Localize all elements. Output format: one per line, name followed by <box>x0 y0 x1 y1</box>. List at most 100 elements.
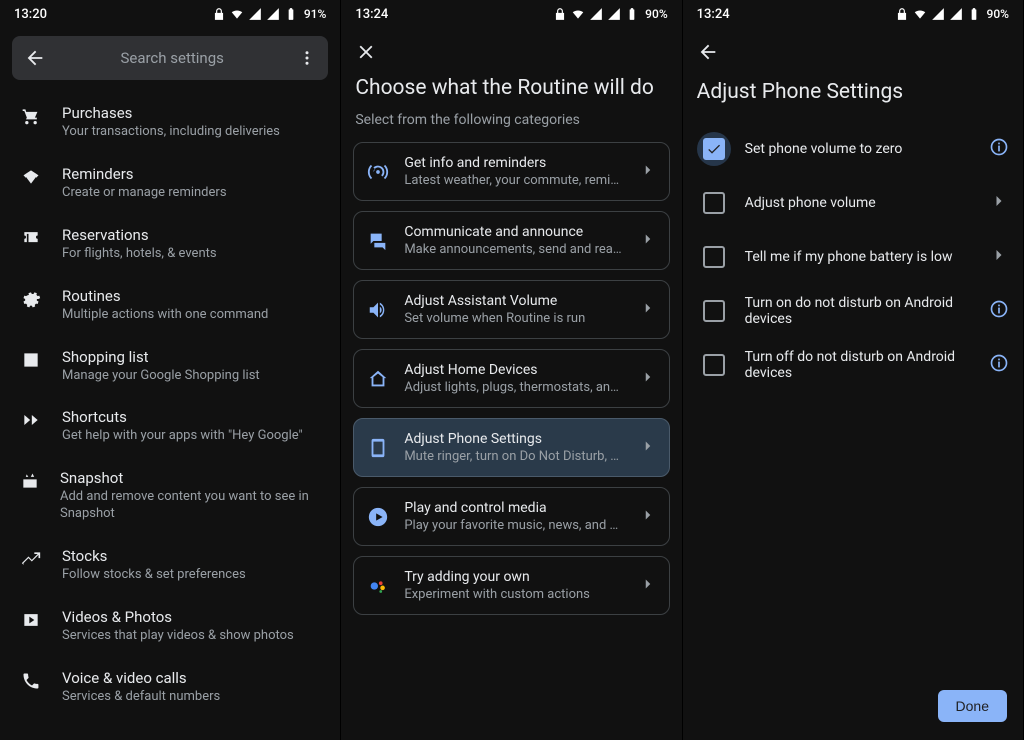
wifi-icon <box>913 7 927 21</box>
chevron-right-icon <box>639 368 657 390</box>
chevron-right-icon[interactable] <box>989 191 1009 211</box>
checkbox-wrap[interactable] <box>697 240 731 274</box>
bell-icon <box>20 165 42 187</box>
settings-item-reservations[interactable]: Reservations For flights, hotels, & even… <box>0 214 340 275</box>
list-icon <box>20 348 42 370</box>
ticket-icon <box>20 226 42 248</box>
chevron-right-icon <box>639 230 657 252</box>
card-subtitle: Set volume when Routine is run <box>404 311 624 326</box>
card-title: Play and control media <box>404 500 624 516</box>
checkbox[interactable] <box>703 138 725 160</box>
category-card-adjust-home-devices[interactable]: Adjust Home Devices Adjust lights, plugs… <box>353 349 669 408</box>
info-icon[interactable] <box>989 137 1009 157</box>
settings-item-videos-photos[interactable]: Videos & Photos Services that play video… <box>0 596 340 657</box>
gear-icon <box>20 287 42 309</box>
checkbox[interactable] <box>703 192 725 214</box>
checkbox-wrap[interactable] <box>697 132 731 166</box>
clock: 13:20 <box>14 7 47 22</box>
vpn-icon <box>212 7 226 21</box>
settings-list: Purchases Your transactions, including d… <box>0 88 340 722</box>
checkbox[interactable] <box>703 300 725 322</box>
status-icons: 90% <box>553 7 667 21</box>
chat-icon <box>366 230 390 252</box>
settings-item-reminders[interactable]: Reminders Create or manage reminders <box>0 153 340 214</box>
category-card-play-and-control-media[interactable]: Play and control media Play your favorit… <box>353 487 669 546</box>
item-subtitle: Get help with your apps with "Hey Google… <box>62 428 303 445</box>
battery-icon <box>625 7 639 21</box>
status-bar: 13:24 90% <box>683 0 1023 28</box>
card-title: Communicate and announce <box>404 224 624 240</box>
card-subtitle: Adjust lights, plugs, thermostats, and … <box>404 380 624 395</box>
category-cards: Get info and reminders Latest weather, y… <box>341 142 681 615</box>
option-label: Tell me if my phone battery is low <box>745 249 975 265</box>
topbar <box>341 28 681 76</box>
info-icon[interactable] <box>989 353 1009 373</box>
settings-item-snapshot[interactable]: Snapshot Add and remove content you want… <box>0 457 340 535</box>
checkbox-wrap[interactable] <box>697 186 731 220</box>
options-list: Set phone volume to zero Adjust phone vo… <box>683 122 1023 392</box>
item-subtitle: Follow stocks & set preferences <box>62 567 246 584</box>
search-bar[interactable]: Search settings <box>12 36 328 80</box>
settings-item-purchases[interactable]: Purchases Your transactions, including d… <box>0 92 340 153</box>
option-set-phone-volume-to-zero[interactable]: Set phone volume to zero <box>689 122 1017 176</box>
option-label: Set phone volume to zero <box>745 141 975 157</box>
battery-text: 90% <box>645 7 667 21</box>
status-bar: 13:20 91% <box>0 0 340 28</box>
settings-item-stocks[interactable]: Stocks Follow stocks & set preferences <box>0 535 340 596</box>
wifi-icon <box>571 7 585 21</box>
clock: 13:24 <box>697 7 730 22</box>
page-title: Choose what the Routine will do <box>355 76 667 100</box>
chevron-right-icon <box>639 506 657 528</box>
broadcast-icon <box>366 161 390 183</box>
settings-list-panel: 13:20 91% Search settings Purchases Your… <box>0 0 341 740</box>
item-title: Reminders <box>62 165 227 183</box>
category-card-try-adding-your-own[interactable]: Try adding your own Experiment with cust… <box>353 556 669 615</box>
item-title: Purchases <box>62 104 280 122</box>
back-icon[interactable] <box>697 41 719 63</box>
card-title: Adjust Assistant Volume <box>404 293 624 309</box>
item-title: Shopping list <box>62 348 260 366</box>
chevron-right-icon <box>639 575 657 597</box>
done-button[interactable]: Done <box>938 690 1007 722</box>
battery-text: 90% <box>987 7 1009 21</box>
checkbox-wrap[interactable] <box>697 294 731 328</box>
settings-item-routines[interactable]: Routines Multiple actions with one comma… <box>0 275 340 336</box>
category-card-communicate-and-announce[interactable]: Communicate and announce Make announceme… <box>353 211 669 270</box>
card-subtitle: Make announcements, send and read … <box>404 242 624 257</box>
category-card-adjust-phone-settings[interactable]: Adjust Phone Settings Mute ringer, turn … <box>353 418 669 477</box>
settings-item-voice-video-calls[interactable]: Voice & video calls Services & default n… <box>0 657 340 718</box>
back-icon[interactable] <box>24 47 46 69</box>
checkbox[interactable] <box>703 246 725 268</box>
item-title: Voice & video calls <box>62 669 220 687</box>
option-adjust-phone-volume[interactable]: Adjust phone volume <box>689 176 1017 230</box>
phone-dev-icon <box>366 437 390 459</box>
chevron-right-icon[interactable] <box>989 245 1009 265</box>
category-card-get-info-and-reminders[interactable]: Get info and reminders Latest weather, y… <box>353 142 669 201</box>
card-subtitle: Experiment with custom actions <box>404 587 624 602</box>
card-subtitle: Mute ringer, turn on Do Not Disturb, a… <box>404 449 624 464</box>
item-title: Videos & Photos <box>62 608 294 626</box>
option-turn-on-do-not-disturb-on-android-devices[interactable]: Turn on do not disturb on Android device… <box>689 284 1017 338</box>
option-tell-me-if-my-phone-battery-is-low[interactable]: Tell me if my phone battery is low <box>689 230 1017 284</box>
option-turn-off-do-not-disturb-on-android-devices[interactable]: Turn off do not disturb on Android devic… <box>689 338 1017 392</box>
info-icon[interactable] <box>989 299 1009 319</box>
item-subtitle: Your transactions, including deliveries <box>62 124 280 141</box>
close-icon[interactable] <box>355 41 377 63</box>
checkbox[interactable] <box>703 354 725 376</box>
settings-item-shopping-list[interactable]: Shopping list Manage your Google Shoppin… <box>0 336 340 397</box>
stocks-icon <box>20 547 42 569</box>
item-title: Routines <box>62 287 268 305</box>
item-title: Shortcuts <box>62 408 303 426</box>
card-title: Adjust Home Devices <box>404 362 624 378</box>
checkbox-wrap[interactable] <box>697 348 731 382</box>
vpn-icon <box>553 7 567 21</box>
settings-item-shortcuts[interactable]: Shortcuts Get help with your apps with "… <box>0 396 340 457</box>
card-title: Get info and reminders <box>404 155 624 171</box>
page-title: Adjust Phone Settings <box>683 76 1023 122</box>
card-subtitle: Latest weather, your commute, remin… <box>404 173 624 188</box>
volume-icon <box>366 299 390 321</box>
card-subtitle: Play your favorite music, news, and m… <box>404 518 624 533</box>
category-card-adjust-assistant-volume[interactable]: Adjust Assistant Volume Set volume when … <box>353 280 669 339</box>
more-icon[interactable] <box>298 49 316 67</box>
play-icon <box>366 506 390 528</box>
